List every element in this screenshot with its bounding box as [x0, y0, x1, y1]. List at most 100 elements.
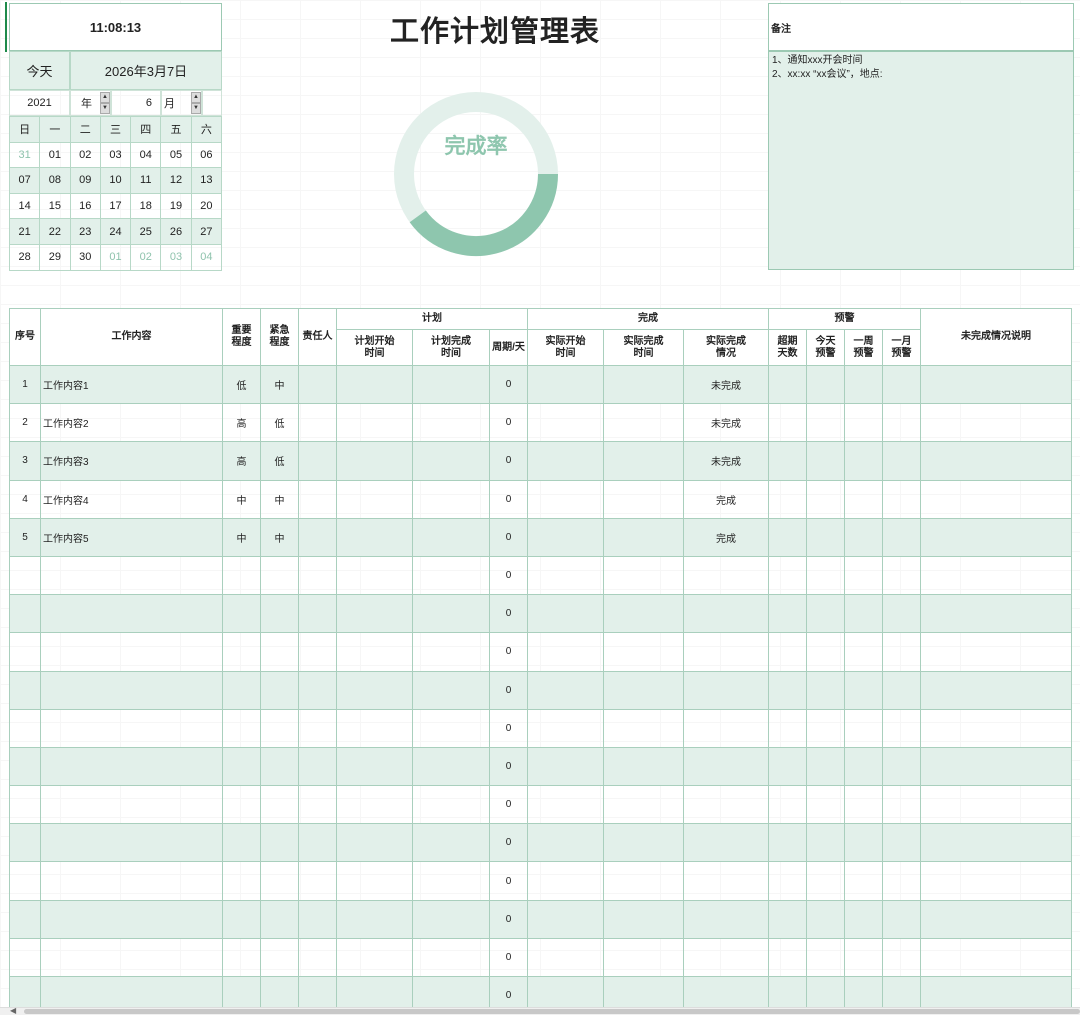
table-cell-empty[interactable]	[882, 364, 921, 405]
table-cell-empty[interactable]	[298, 632, 337, 672]
header-today-warn[interactable]: 今天预警	[806, 329, 845, 366]
table-cell-urgency[interactable]	[260, 861, 299, 901]
table-cell-index[interactable]	[9, 708, 41, 748]
table-cell-empty[interactable]	[806, 670, 845, 710]
table-cell-empty[interactable]	[920, 403, 1072, 443]
table-cell-content[interactable]	[40, 670, 223, 710]
calendar-day[interactable]: 04	[190, 243, 223, 271]
table-cell-content[interactable]	[40, 937, 223, 978]
table-cell-index[interactable]	[9, 746, 41, 787]
table-cell-cycle[interactable]: 0	[489, 594, 528, 634]
table-cell-empty[interactable]	[920, 632, 1072, 672]
table-cell-empty[interactable]	[768, 670, 807, 710]
table-cell-empty[interactable]	[844, 632, 883, 672]
table-cell-empty[interactable]	[768, 785, 807, 825]
table-cell-content[interactable]	[40, 823, 223, 863]
table-cell-empty[interactable]	[336, 403, 413, 443]
table-cell-index[interactable]	[9, 632, 41, 672]
table-cell-empty[interactable]	[768, 937, 807, 978]
calendar-day[interactable]: 28	[8, 243, 41, 271]
month-spinner[interactable]: ▲ ▼	[191, 92, 201, 114]
table-cell-urgency[interactable]	[260, 899, 299, 939]
table-cell-cycle[interactable]: 0	[489, 517, 528, 557]
table-cell-empty[interactable]	[527, 479, 604, 519]
header-actual-status[interactable]: 实际完成情况	[683, 329, 769, 366]
notes-heading-cell[interactable]: 备注	[768, 3, 1074, 51]
table-cell-index[interactable]: 5	[9, 517, 41, 557]
table-cell-content[interactable]	[40, 555, 223, 596]
table-cell-empty[interactable]	[603, 441, 684, 481]
table-cell-empty[interactable]	[298, 364, 337, 405]
table-cell-content[interactable]: 工作内容1	[40, 364, 223, 405]
table-cell-content[interactable]	[40, 594, 223, 634]
calendar-day[interactable]: 09	[69, 167, 101, 194]
table-cell-empty[interactable]	[882, 555, 921, 596]
table-cell-empty[interactable]	[412, 517, 490, 557]
table-cell-empty[interactable]	[298, 594, 337, 634]
table-cell-empty[interactable]	[768, 364, 807, 405]
table-cell-empty[interactable]	[603, 861, 684, 901]
table-cell-empty[interactable]	[844, 555, 883, 596]
table-cell-empty[interactable]	[412, 479, 490, 519]
table-cell-status[interactable]	[683, 670, 769, 710]
table-cell-empty[interactable]	[920, 670, 1072, 710]
header-incomplete-note[interactable]: 未完成情况说明	[920, 308, 1072, 366]
table-cell-status[interactable]	[683, 708, 769, 748]
table-cell-importance[interactable]: 低	[222, 364, 261, 405]
table-cell-empty[interactable]	[527, 441, 604, 481]
calendar-day[interactable]: 14	[8, 192, 41, 220]
header-plan-end[interactable]: 计划完成时间	[412, 329, 490, 366]
calendar-day[interactable]: 02	[69, 141, 101, 169]
header-owner[interactable]: 责任人	[298, 308, 337, 366]
table-cell-empty[interactable]	[336, 441, 413, 481]
table-cell-empty[interactable]	[806, 937, 845, 978]
header-plan-start[interactable]: 计划开始时间	[336, 329, 413, 366]
table-cell-content[interactable]	[40, 899, 223, 939]
table-cell-empty[interactable]	[882, 708, 921, 748]
year-value-cell[interactable]: 2021	[9, 90, 70, 116]
table-cell-empty[interactable]	[920, 364, 1072, 405]
table-cell-importance[interactable]	[222, 746, 261, 787]
table-cell-urgency[interactable]: 低	[260, 441, 299, 481]
table-cell-cycle[interactable]: 0	[489, 479, 528, 519]
calendar-day[interactable]: 23	[69, 218, 101, 245]
table-cell-importance[interactable]	[222, 823, 261, 863]
table-cell-status[interactable]: 未完成	[683, 403, 769, 443]
table-cell-empty[interactable]	[768, 479, 807, 519]
table-cell-empty[interactable]	[603, 555, 684, 596]
table-cell-empty[interactable]	[844, 708, 883, 748]
calendar-day[interactable]: 01	[99, 243, 132, 271]
table-cell-empty[interactable]	[412, 746, 490, 787]
calendar-day[interactable]: 16	[69, 192, 101, 220]
calendar-day[interactable]: 30	[69, 243, 101, 271]
table-cell-empty[interactable]	[298, 441, 337, 481]
table-cell-empty[interactable]	[920, 517, 1072, 557]
table-cell-urgency[interactable]: 中	[260, 364, 299, 405]
table-cell-empty[interactable]	[298, 403, 337, 443]
calendar-day[interactable]: 25	[130, 218, 162, 245]
table-cell-status[interactable]	[683, 594, 769, 634]
table-cell-empty[interactable]	[336, 937, 413, 978]
calendar-day[interactable]: 26	[160, 218, 192, 245]
year-up-arrow-icon[interactable]: ▲	[100, 92, 110, 103]
table-cell-empty[interactable]	[844, 746, 883, 787]
calendar-day[interactable]: 03	[160, 243, 192, 271]
table-cell-empty[interactable]	[844, 785, 883, 825]
table-cell-index[interactable]	[9, 861, 41, 901]
table-cell-empty[interactable]	[336, 785, 413, 825]
table-cell-empty[interactable]	[806, 823, 845, 863]
table-cell-index[interactable]: 2	[9, 403, 41, 443]
table-cell-empty[interactable]	[298, 670, 337, 710]
table-cell-empty[interactable]	[768, 708, 807, 748]
table-cell-urgency[interactable]	[260, 670, 299, 710]
table-cell-empty[interactable]	[768, 403, 807, 443]
table-cell-empty[interactable]	[603, 479, 684, 519]
table-cell-empty[interactable]	[298, 823, 337, 863]
table-cell-empty[interactable]	[298, 555, 337, 596]
table-cell-empty[interactable]	[920, 785, 1072, 825]
calendar-day[interactable]: 17	[99, 192, 132, 220]
table-cell-empty[interactable]	[412, 823, 490, 863]
table-cell-empty[interactable]	[412, 708, 490, 748]
table-cell-empty[interactable]	[768, 441, 807, 481]
table-cell-empty[interactable]	[412, 785, 490, 825]
